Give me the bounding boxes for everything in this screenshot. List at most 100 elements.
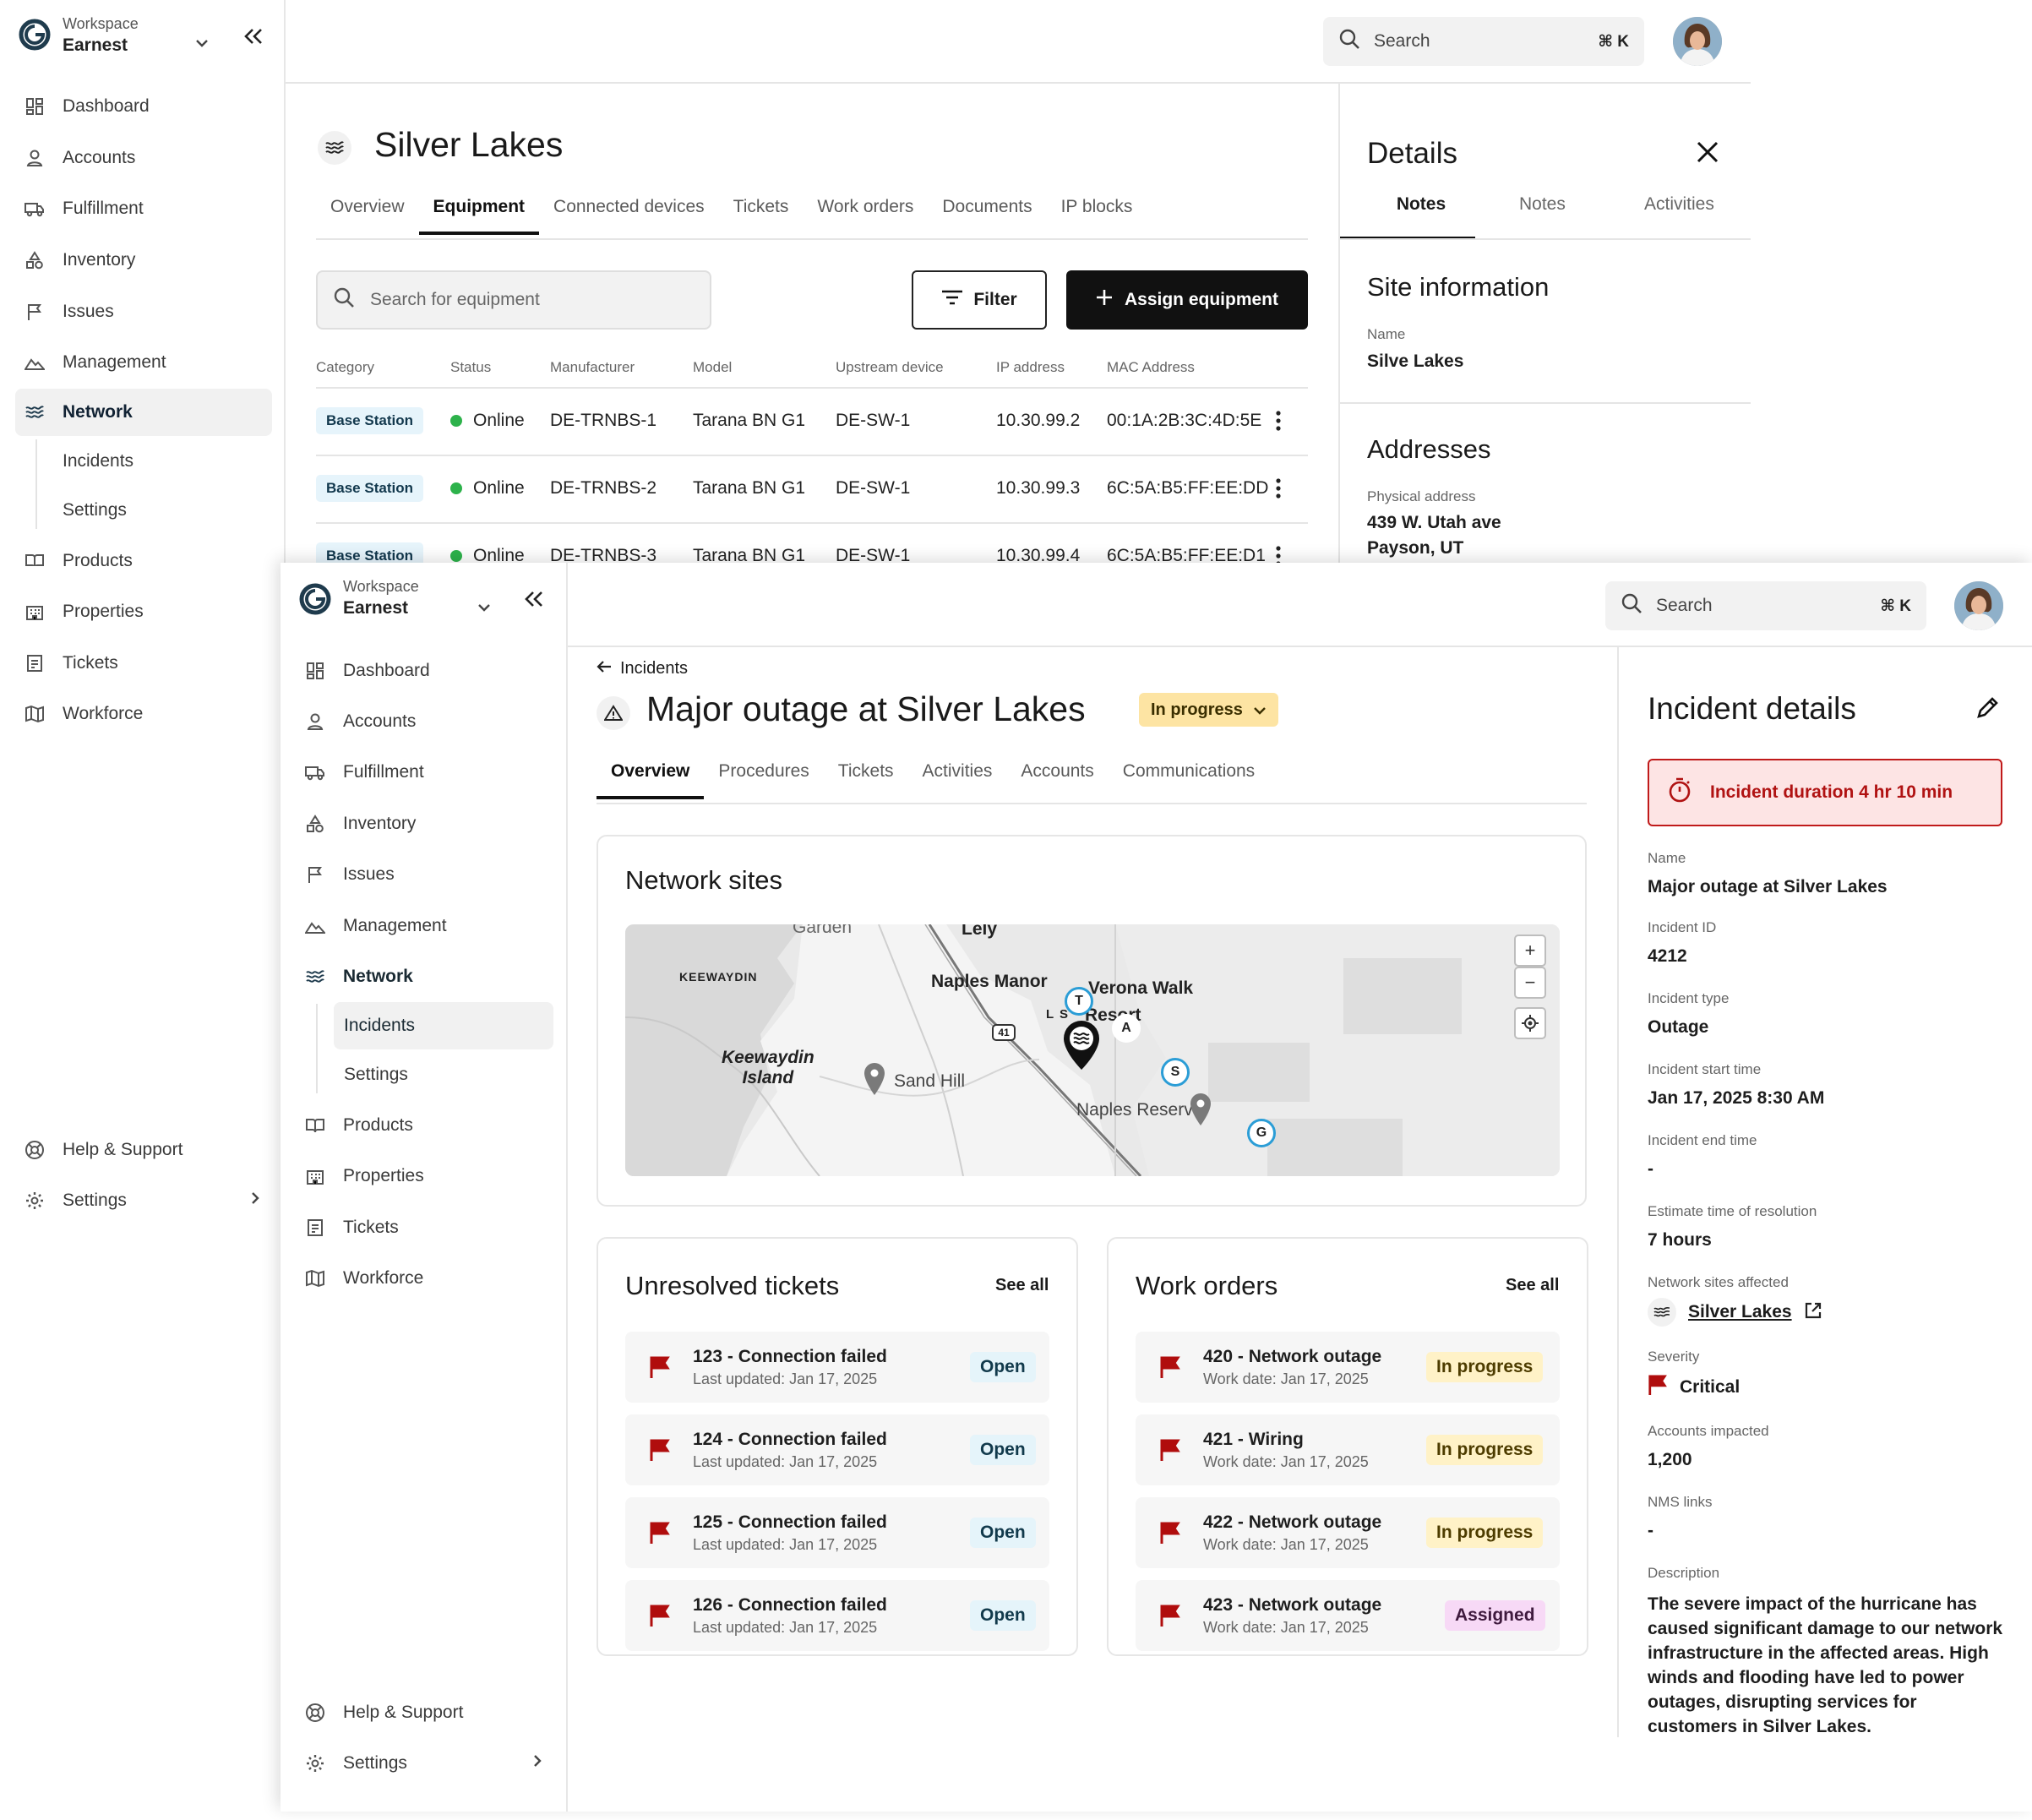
list-item[interactable]: 124 - Connection failed Last updated: Ja…	[625, 1414, 1049, 1485]
sidebar-item-management[interactable]: Management	[304, 902, 447, 950]
breadcrumb[interactable]: Incidents	[597, 659, 688, 678]
pencil-icon[interactable]	[1975, 695, 2001, 724]
sidebar-item-network-settings[interactable]: Settings	[344, 1051, 408, 1098]
row-menu-icon[interactable]	[1276, 411, 1281, 431]
list-item[interactable]: 125 - Connection failed Last updated: Ja…	[625, 1497, 1049, 1568]
network-map[interactable]: Garden Lely KEEWAYDIN Naples Manor Veron…	[625, 924, 1560, 1176]
sidebar-item-label: Accounts	[63, 148, 136, 167]
sidebar-item-incidents[interactable]: Incidents	[334, 1002, 553, 1049]
order-title: 421 - Wiring	[1203, 1430, 1304, 1449]
sidebar-item-incidents[interactable]: Incidents	[63, 438, 133, 485]
locate-icon[interactable]	[1514, 1007, 1546, 1039]
tab-tickets[interactable]: Tickets	[719, 181, 804, 233]
row-menu-icon[interactable]	[1276, 478, 1281, 499]
chevron-down-icon[interactable]	[477, 602, 492, 617]
sidebar-item-issues[interactable]: Issues	[304, 851, 395, 898]
tab-connected-devices[interactable]: Connected devices	[539, 181, 719, 233]
collapse-sidebar-icon[interactable]	[242, 27, 264, 50]
sidebar-item-settings[interactable]: Settings	[24, 1177, 260, 1224]
tab-tickets[interactable]: Tickets	[824, 745, 908, 798]
work-orders-title: Work orders	[1136, 1271, 1278, 1300]
list-item[interactable]: 422 - Network outage Work date: Jan 17, …	[1136, 1497, 1560, 1568]
sidebar-item-label: Properties	[63, 602, 144, 621]
list-item[interactable]: 126 - Connection failed Last updated: Ja…	[625, 1580, 1049, 1651]
details-tab-activities[interactable]: Activities	[1644, 194, 1714, 215]
list-item[interactable]: 420 - Network outage Work date: Jan 17, …	[1136, 1332, 1560, 1403]
selected-site-pin-icon[interactable]	[1061, 1019, 1102, 1076]
zoom-in-button[interactable]: +	[1514, 935, 1546, 967]
sidebar-item-workforce[interactable]: Workforce	[304, 1255, 423, 1302]
sidebar-item-products[interactable]: Products	[24, 537, 133, 566]
sidebar-item-network[interactable]: Network	[304, 953, 413, 1000]
sidebar-item-network[interactable]: Network	[15, 389, 272, 436]
tab-overview[interactable]: Overview	[597, 745, 705, 799]
sidebar-item-help[interactable]: Help & Support	[304, 1689, 463, 1736]
workspace-name[interactable]: Earnest	[63, 35, 128, 56]
sidebar-item-help[interactable]: Help & Support	[24, 1126, 182, 1174]
global-search[interactable]: Search ⌘ K	[1323, 17, 1644, 66]
model-cell: Tarana BN G1	[693, 478, 806, 498]
sidebar-item-tickets[interactable]: Tickets	[304, 1204, 399, 1251]
sidebar-item-accounts[interactable]: Accounts	[304, 698, 416, 745]
section-divider	[1340, 402, 1751, 404]
status-dropdown[interactable]: In progress	[1139, 693, 1278, 727]
search-shortcut: ⌘ K	[1880, 597, 1911, 615]
map-pin-icon[interactable]	[862, 1061, 887, 1101]
zoom-out-button[interactable]: −	[1514, 967, 1546, 999]
sidebar-item-issues[interactable]: Issues	[24, 288, 114, 335]
sidebar-item-inventory[interactable]: Inventory	[24, 237, 135, 284]
collapse-sidebar-icon[interactable]	[523, 590, 545, 613]
orders-see-all-link[interactable]: See all	[1506, 1276, 1559, 1295]
chevron-down-icon[interactable]	[194, 37, 210, 52]
assign-equipment-button[interactable]: Assign equipment	[1066, 270, 1308, 330]
map-marker-a[interactable]: A	[1112, 1014, 1141, 1043]
sidebar-item-accounts[interactable]: Accounts	[24, 134, 135, 182]
sidebar-item-dashboard[interactable]: Dashboard	[304, 647, 430, 695]
avatar[interactable]	[1673, 17, 1722, 66]
list-item[interactable]: 423 - Network outage Work date: Jan 17, …	[1136, 1580, 1560, 1651]
filter-button[interactable]: Filter	[912, 270, 1047, 330]
workspace-name[interactable]: Earnest	[343, 598, 408, 618]
tab-activities[interactable]: Activities	[908, 745, 1007, 798]
global-search[interactable]: Search ⌘ K	[1605, 581, 1926, 630]
map-marker-g[interactable]: G	[1247, 1119, 1276, 1147]
tab-equipment[interactable]: Equipment	[418, 181, 540, 235]
sidebar-item-tickets[interactable]: Tickets	[24, 640, 118, 687]
col-ip-address: IP address	[996, 359, 1065, 375]
sidebar-item-management[interactable]: Management	[24, 339, 166, 386]
affected-site-link[interactable]: Silver Lakes	[1648, 1298, 1822, 1327]
sidebar-item-properties[interactable]: Properties	[24, 588, 144, 635]
close-icon[interactable]	[1695, 139, 1720, 169]
status-badge: Open	[970, 1435, 1036, 1465]
list-item[interactable]: 123 - Connection failed Last updated: Ja…	[625, 1332, 1049, 1403]
sidebar-item-dashboard[interactable]: Dashboard	[24, 83, 150, 130]
tab-communications[interactable]: Communications	[1109, 745, 1269, 798]
tab-overview[interactable]: Overview	[316, 181, 419, 233]
sidebar-item-products[interactable]: Products	[304, 1102, 413, 1149]
list-item[interactable]: 421 - Wiring Work date: Jan 17, 2025 In …	[1136, 1414, 1560, 1485]
status-text: Online	[473, 411, 525, 430]
details-tab-notes-2[interactable]: Notes	[1519, 194, 1566, 215]
avatar[interactable]	[1954, 581, 2003, 630]
incident-duration-banner: Incident duration 4 hr 10 min	[1648, 759, 2002, 826]
map-marker-t[interactable]: T	[1065, 987, 1093, 1016]
sidebar-item-workforce[interactable]: Workforce	[24, 690, 143, 738]
tab-accounts[interactable]: Accounts	[1006, 745, 1108, 798]
map-marker-s[interactable]: S	[1161, 1058, 1190, 1087]
tab-work-orders[interactable]: Work orders	[803, 181, 928, 233]
category-badge: Base Station	[316, 407, 423, 434]
sidebar-item-network-settings[interactable]: Settings	[63, 487, 127, 534]
tab-ip-blocks[interactable]: IP blocks	[1047, 181, 1147, 233]
sidebar-item-properties[interactable]: Properties	[304, 1152, 424, 1200]
incident-details-title: Incident details	[1648, 691, 1856, 726]
tickets-see-all-link[interactable]: See all	[995, 1276, 1049, 1295]
sidebar-item-settings[interactable]: Settings	[304, 1740, 542, 1787]
tab-procedures[interactable]: Procedures	[704, 745, 823, 798]
sidebar-item-fulfillment[interactable]: Fulfillment	[24, 185, 144, 232]
tab-documents[interactable]: Documents	[928, 181, 1046, 233]
sidebar-item-fulfillment[interactable]: Fulfillment	[304, 749, 424, 796]
sidebar-item-inventory[interactable]: Inventory	[304, 800, 416, 847]
equipment-search-input[interactable]: Search for equipment	[316, 270, 711, 330]
details-tab-notes[interactable]: Notes	[1367, 194, 1475, 215]
map-pin-icon[interactable]	[1188, 1092, 1213, 1131]
